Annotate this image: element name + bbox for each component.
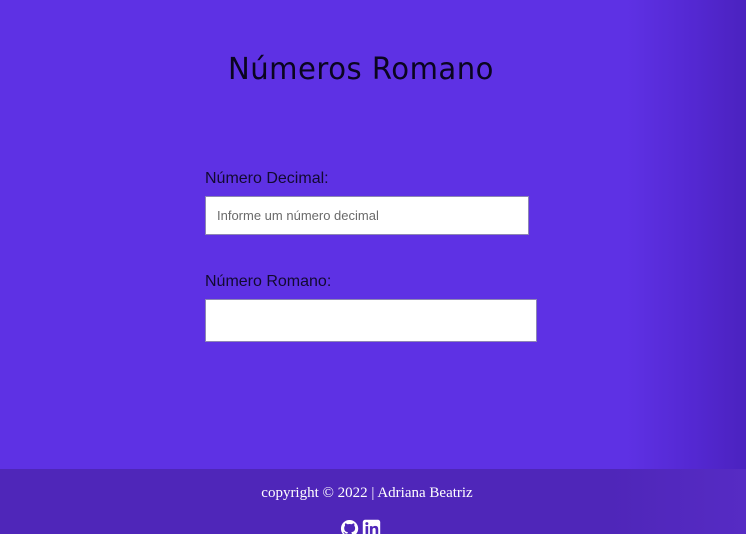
github-link[interactable] [340,519,359,534]
linkedin-icon [362,519,381,534]
footer: copyright © 2022 | Adriana Beatriz [0,469,746,534]
github-icon [340,520,359,534]
roman-output-field[interactable] [205,299,537,342]
roman-label: Número Romano: [205,273,332,290]
social-links [340,519,381,534]
page-title: Números Romano [228,52,494,87]
decimal-input[interactable] [205,196,529,235]
copyright-text: copyright © 2022 | Adriana Beatriz [261,485,473,501]
linkedin-link[interactable] [362,519,381,534]
decimal-label: Número Decimal: [205,170,329,187]
